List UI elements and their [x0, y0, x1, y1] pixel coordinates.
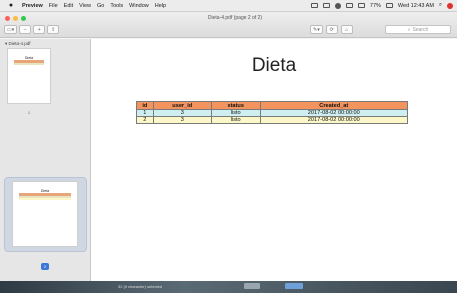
column-header-id: id [136, 101, 154, 110]
menu-tools[interactable]: Tools [110, 3, 123, 9]
page-number-1: 1 [27, 110, 31, 115]
column-header-created-at: Created_at [259, 101, 409, 110]
column-header-status: status [210, 101, 261, 110]
airplay-icon[interactable] [357, 3, 365, 8]
cell-user-id: 3 [152, 116, 212, 124]
close-button[interactable] [5, 16, 10, 21]
disclosure-icon[interactable]: ▾ [5, 41, 7, 46]
preview-window: Dieta-4.pdf (page 2 of 2) ▭▾ − + ⇪ ✎▾ ⟳ … [0, 12, 457, 293]
cell-id: 1 [136, 109, 154, 117]
thumbnail-sidebar: ▾ Dieta-4.pdf Dieta 1 Dieta 2 [0, 39, 91, 293]
menu-preview[interactable]: Preview [22, 3, 43, 9]
table-row: 2 3 listo 2017-08-02 00:00:00 [136, 116, 409, 124]
cloud-icon[interactable] [334, 2, 341, 9]
menu-bar: ● Preview File Edit View Go Tools Window… [0, 0, 457, 12]
share-button[interactable]: ⇪ [47, 25, 60, 34]
cell-created-at: 2017-08-02 00:00:00 [259, 116, 409, 124]
page-number-2-badge: 2 [41, 263, 49, 270]
cell-created-at: 2017-08-02 00:00:00 [259, 109, 409, 117]
document-view[interactable]: Dieta id user_id status Created_at 1 3 l… [91, 39, 457, 293]
notification-icon[interactable] [447, 2, 453, 9]
view-menu-button[interactable]: ▭▾ [4, 25, 18, 34]
menu-file[interactable]: File [49, 3, 58, 9]
battery-text[interactable]: 77% [370, 3, 381, 9]
column-header-user-id: user_id [152, 101, 212, 110]
document-title: Dieta [251, 55, 297, 76]
toolbar-right: ✎▾ ⟳ ⌂ [310, 25, 353, 34]
zoom-in-button[interactable]: + [33, 25, 46, 34]
apple-menu-icon[interactable]: ● [6, 2, 16, 9]
data-table: id user_id status Created_at 1 3 listo 2… [136, 101, 409, 124]
page-thumbnail-2[interactable]: Dieta [12, 181, 78, 247]
menu-go[interactable]: Go [97, 3, 104, 9]
menu-edit[interactable]: Edit [64, 3, 73, 9]
cell-status: listo [210, 116, 261, 124]
status-icon[interactable] [322, 3, 330, 8]
search-placeholder: Search [412, 26, 429, 33]
table-row: 1 3 listo 2017-08-02 00:00:00 [136, 109, 409, 117]
menu-window[interactable]: Window [129, 3, 149, 9]
menu-help[interactable]: Help [155, 3, 166, 9]
title-bar: Dieta-4.pdf (page 2 of 2) ▭▾ − + ⇪ ✎▾ ⟳ … [0, 12, 457, 38]
markup-button[interactable]: ✎▾ [310, 25, 323, 34]
page-thumbnail-1[interactable]: Dieta [7, 48, 51, 104]
status-icon[interactable] [310, 3, 318, 8]
search-icon: ⌕ [407, 26, 411, 33]
minimize-button[interactable] [13, 16, 18, 21]
dock-item[interactable] [285, 283, 303, 289]
dock: 32 (Il character) selected [0, 281, 457, 293]
dock-item[interactable] [244, 283, 260, 289]
cell-id: 2 [136, 116, 154, 124]
zoom-out-button[interactable]: − [19, 25, 32, 34]
rotate-button[interactable]: ⟳ [325, 25, 338, 34]
search-field[interactable]: ⌕ Search [385, 25, 451, 34]
cell-user-id: 3 [152, 109, 212, 117]
menu-view[interactable]: View [79, 3, 91, 9]
sidebar-file-label[interactable]: ▾ Dieta-4.pdf [0, 39, 90, 47]
dock-status-text: 32 (Il character) selected [118, 284, 163, 289]
wifi-icon[interactable] [345, 3, 353, 8]
status-area: 77% Wed 12:43 AM ⌕ [310, 2, 457, 9]
spotlight-icon[interactable]: ⌕ [439, 2, 442, 9]
toolbox-button[interactable]: ⌂ [340, 25, 353, 34]
zoom-button[interactable] [21, 16, 26, 21]
battery-icon [385, 3, 393, 8]
cell-status: listo [210, 109, 261, 117]
table-header-row: id user_id status Created_at [136, 101, 409, 110]
pdf-page: Dieta id user_id status Created_at 1 3 l… [91, 39, 457, 293]
clock[interactable]: Wed 12:43 AM [398, 3, 434, 9]
window-controls [5, 16, 26, 21]
toolbar-left: ▭▾ − + ⇪ [4, 25, 60, 34]
window-title: Dieta-4.pdf (page 2 of 2) [207, 15, 263, 21]
